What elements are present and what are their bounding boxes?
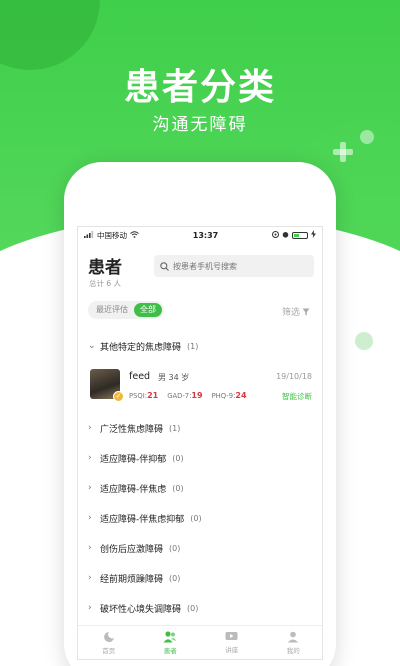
group-name: 破坏性心境失调障碍 — [100, 604, 182, 615]
hero-title: 患者分类 — [123, 67, 276, 108]
group-header[interactable]: › 广泛性焦虑障碍 (1) — [78, 413, 322, 443]
location-icon — [272, 230, 279, 240]
tab-lecture[interactable]: 讲座 — [201, 626, 263, 659]
filter-button[interactable]: 筛选 — [282, 305, 310, 318]
segment-recent[interactable]: 最近评估 — [90, 303, 134, 317]
group-name: 其他特定的焦虑障碍 — [100, 342, 182, 353]
tab-home[interactable]: 首页 — [78, 626, 140, 659]
carrier-label: 中国移动 — [97, 230, 127, 240]
wifi-icon — [130, 230, 139, 240]
chevron-right-icon: › — [88, 543, 92, 553]
home-icon — [103, 631, 114, 642]
segment-control: 最近评估 全部 — [88, 301, 164, 319]
group-header[interactable]: › 经前期烦躁障碍 (0) — [78, 563, 322, 593]
signal-icon — [84, 230, 94, 240]
tab-bar: 首页 患者 讲座 我的 — [78, 625, 323, 659]
funnel-icon — [302, 308, 310, 315]
group-name: 创伤后应激障碍 — [100, 544, 164, 555]
tab-profile[interactable]: 我的 — [263, 626, 323, 659]
score-phq9: PHQ-9:24 — [211, 391, 247, 400]
group-header[interactable]: › 适应障碍-伴抑郁 (0) — [78, 443, 322, 473]
battery-icon — [292, 231, 308, 239]
chevron-right-icon: › — [88, 453, 92, 463]
clock: 13:37 — [192, 230, 219, 240]
group-header[interactable]: › 适应障碍-伴焦虑 (0) — [78, 473, 322, 503]
filter-bar: 最近评估 全部 筛选 — [78, 291, 322, 331]
app-screen: 中国移动 13:37 患者 总计 6 人 按患者手机号搜索 最近评估 全部 筛选… — [77, 226, 323, 660]
patient-scores: PSQI:21 GAD-7:19 PHQ-9:24 — [129, 391, 247, 400]
group-name: 适应障碍-伴抑郁 — [100, 454, 167, 465]
search-input[interactable]: 按患者手机号搜索 — [154, 255, 314, 277]
patient-date: 19/10/18 — [276, 372, 312, 381]
group-count: (0) — [172, 453, 184, 463]
tab-patients[interactable]: 患者 — [140, 626, 202, 659]
group-count: (0) — [172, 483, 184, 493]
search-icon — [160, 261, 169, 271]
charging-icon — [311, 230, 316, 240]
decor-dot — [360, 130, 374, 144]
group-count: (1) — [169, 423, 181, 433]
search-placeholder: 按患者手机号搜索 — [173, 261, 237, 271]
group-count: (1) — [187, 341, 199, 351]
lecture-icon — [225, 632, 238, 640]
patient-row[interactable]: ✓ feed 男 34 岁 19/10/18 PSQI:21 GAD-7:19 … — [78, 361, 322, 413]
hero-subtitle: 沟通无障碍 — [152, 115, 248, 135]
page-header: 患者 总计 6 人 按患者手机号搜索 — [78, 243, 322, 291]
chevron-down-icon: ⌄ — [88, 341, 96, 351]
patients-icon — [163, 630, 177, 642]
group-header-expanded[interactable]: ⌄ 其他特定的焦虑障碍 (1) — [78, 331, 322, 361]
chevron-right-icon: › — [88, 603, 92, 613]
page-title: 患者 — [88, 258, 122, 278]
group-count: (0) — [169, 543, 181, 553]
patient-count: 总计 6 人 — [89, 279, 122, 288]
avatar: ✓ — [90, 369, 124, 402]
chevron-right-icon: › — [88, 483, 92, 493]
group-header[interactable]: › 创伤后应激障碍 (0) — [78, 533, 322, 563]
group-header[interactable]: › 适应障碍-伴焦虑抑郁 (0) — [78, 503, 322, 533]
patient-info: 男 34 岁 — [158, 373, 190, 382]
group-name: 适应障碍-伴焦虑抑郁 — [100, 514, 185, 525]
alarm-icon — [282, 231, 289, 240]
smart-diagnosis-link[interactable]: 智能诊断 — [282, 391, 312, 402]
chevron-right-icon: › — [88, 573, 92, 583]
segment-all[interactable]: 全部 — [134, 303, 162, 317]
chevron-right-icon: › — [88, 513, 92, 523]
verified-badge-icon: ✓ — [113, 391, 124, 402]
group-header[interactable]: › 破坏性心境失调障碍 (0) — [78, 593, 322, 623]
score-psqi: PSQI:21 — [129, 391, 159, 400]
profile-icon — [288, 631, 299, 642]
decor-dot — [355, 332, 373, 350]
score-gad7: GAD-7:19 — [167, 391, 203, 400]
patient-name: feed — [129, 371, 151, 382]
group-count: (0) — [190, 513, 202, 523]
group-count: (0) — [169, 573, 181, 583]
status-bar: 中国移动 13:37 — [78, 227, 322, 243]
group-name: 适应障碍-伴焦虑 — [100, 484, 167, 495]
group-count: (0) — [187, 603, 199, 613]
group-name: 经前期烦躁障碍 — [100, 574, 164, 585]
filter-label: 筛选 — [281, 308, 300, 318]
chevron-right-icon: › — [88, 423, 92, 433]
group-name: 广泛性焦虑障碍 — [100, 424, 164, 435]
plus-decor-icon — [333, 142, 353, 162]
